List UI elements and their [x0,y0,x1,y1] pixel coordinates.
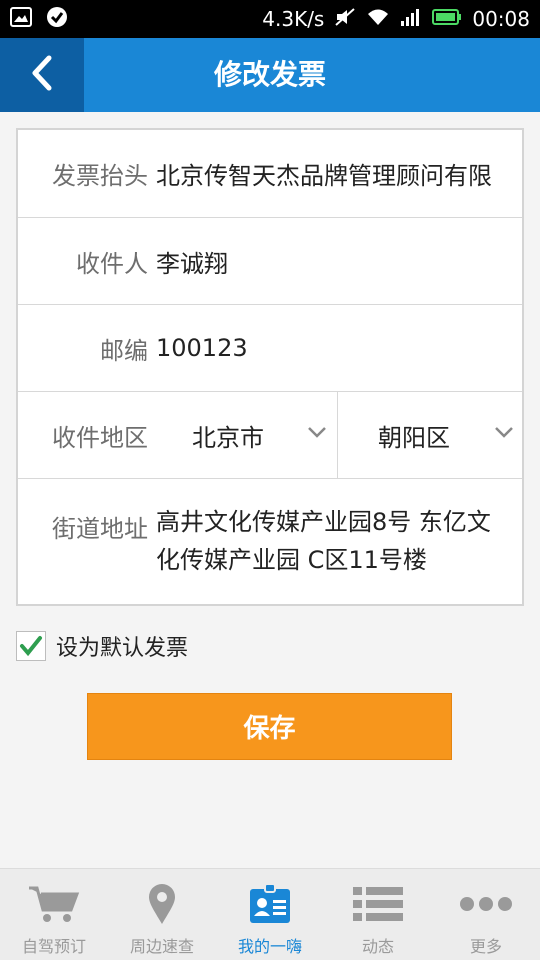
checkmark-icon [20,636,42,657]
invoice-title-input[interactable]: 北京传智天杰品牌管理顾问有限 [156,156,492,191]
nav-item-news[interactable]: 动态 [324,869,432,960]
id-card-icon [248,881,292,927]
nav-item-self-drive[interactable]: 自驾预订 [0,869,108,960]
default-invoice-checkbox[interactable] [16,631,46,661]
wifi-icon [366,7,390,32]
city-select[interactable]: 北京市 [148,392,338,479]
address-row: 街道地址 高井文化传媒产业园8号 东亿文化传媒产业园 C区11号楼 [18,479,522,604]
invoice-title-label: 发票抬头 [52,162,148,190]
region-label: 收件地区 [52,423,148,452]
back-arrow-icon [29,55,55,95]
bottom-nav: 自驾预订 周边速查 我的一嗨 动态 更多 [0,868,540,960]
clock: 00:08 [472,7,530,31]
chevron-down-icon [494,424,514,443]
nav-label: 动态 [361,937,394,956]
invoice-form: 发票抬头 北京传智天杰品牌管理顾问有限 收件人 李诚翔 邮编 100123 收件… [16,128,524,606]
nav-label: 周边速查 [129,937,194,956]
check-notification-icon [46,6,68,32]
zip-code-row: 邮编 100123 [18,305,522,392]
region-row: 收件地区 北京市 朝阳区 [18,392,522,479]
signal-icon [400,7,422,32]
nav-item-nearby[interactable]: 周边速查 [108,869,216,960]
battery-icon [432,7,462,31]
recipient-label: 收件人 [76,249,148,278]
district-value: 朝阳区 [378,424,450,452]
address-label: 街道地址 [52,515,148,543]
nav-label: 自驾预订 [21,937,86,956]
network-speed: 4.3K/s [262,7,325,31]
gallery-notification-icon [10,7,32,31]
zip-code-input[interactable]: 100123 [156,334,248,362]
default-invoice-option[interactable]: 设为默认发票 [16,630,188,662]
address-input[interactable]: 高井文化传媒产业园8号 东亿文化传媒产业园 C区11号楼 [156,503,506,579]
city-value: 北京市 [192,424,264,452]
more-dots-icon [459,881,513,927]
location-pin-icon [147,881,177,927]
recipient-input[interactable]: 李诚翔 [156,244,228,279]
nav-label: 更多 [469,937,502,956]
save-button[interactable]: 保存 [87,693,452,760]
chevron-down-icon [307,424,327,443]
back-button[interactable] [0,38,84,112]
default-invoice-label: 设为默认发票 [56,636,189,661]
cart-icon [27,881,81,927]
recipient-row: 收件人 李诚翔 [18,218,522,305]
district-select[interactable]: 朝阳区 [338,392,522,479]
zip-code-label: 邮编 [100,336,148,365]
mute-icon [334,7,356,32]
invoice-title-row: 发票抬头 北京传智天杰品牌管理顾问有限 [18,130,522,218]
status-bar: 4.3K/s 00:08 [0,0,540,38]
app-header: 修改发票 [0,38,540,112]
nav-item-more[interactable]: 更多 [432,869,540,960]
nav-item-my-ehi[interactable]: 我的一嗨 [216,869,324,960]
nav-label: 我的一嗨 [237,937,302,956]
list-icon [352,881,404,927]
